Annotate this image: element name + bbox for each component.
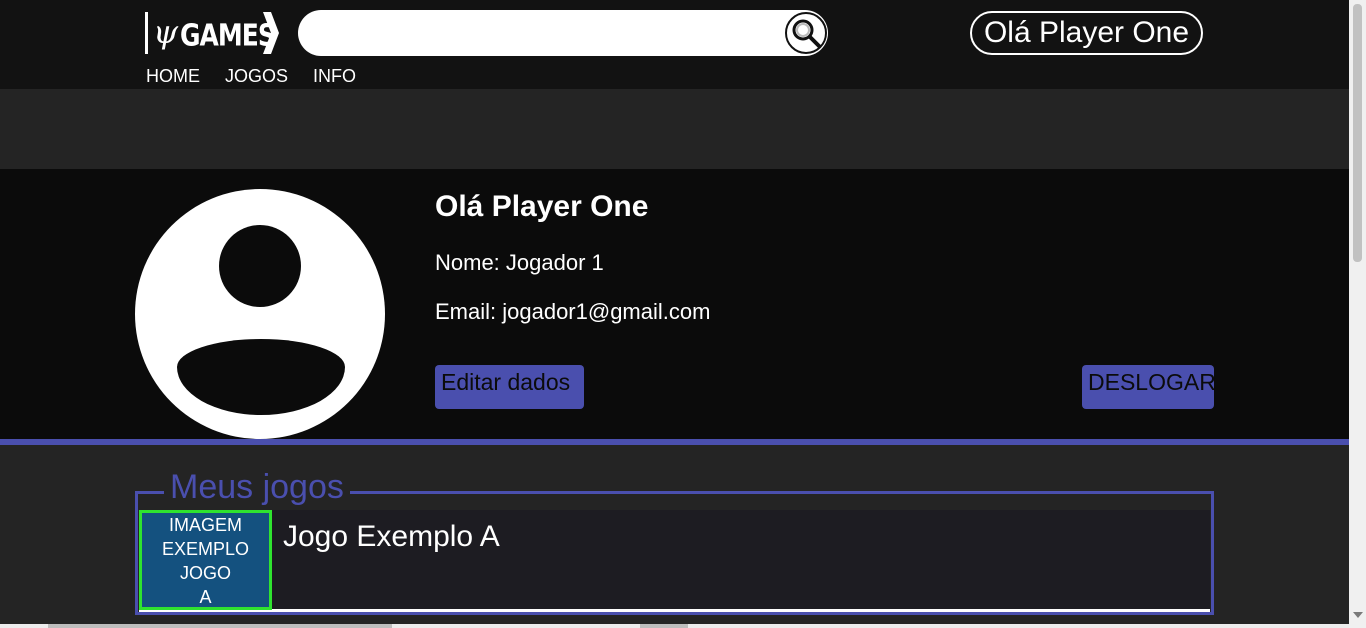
thumb-line: A bbox=[199, 587, 212, 607]
logo-chevron-icon bbox=[263, 12, 279, 54]
nav-info[interactable]: INFO bbox=[313, 66, 356, 87]
game-name[interactable]: Jogo Exemplo A bbox=[283, 520, 500, 554]
user-greeting-button[interactable]: Olá Player One bbox=[970, 11, 1203, 55]
game-thumbnail[interactable]: IMAGEM EXEMPLO JOGO A bbox=[139, 510, 272, 610]
search-icon bbox=[792, 19, 821, 48]
thumb-line: IMAGEM bbox=[168, 515, 242, 535]
thumb-line: EXEMPLO bbox=[161, 539, 250, 559]
search-button[interactable] bbox=[785, 12, 827, 54]
horizontal-scrollbar-thumb[interactable] bbox=[48, 624, 392, 628]
profile-title: Olá Player One bbox=[435, 190, 649, 223]
thumb-line: JOGO bbox=[179, 563, 231, 583]
profile-email: Email: jogador1@gmail.com bbox=[435, 299, 711, 324]
horizontal-scrollbar-segment bbox=[640, 624, 688, 628]
search-bar bbox=[298, 10, 828, 56]
nav-games[interactable]: JOGOS bbox=[225, 66, 288, 87]
my-games-title: Meus jogos bbox=[164, 468, 350, 506]
main-nav: HOME JOGOS INFO bbox=[146, 66, 356, 87]
logout-button[interactable]: DESLOGAR bbox=[1082, 365, 1216, 409]
edit-data-button[interactable]: Editar dados bbox=[435, 365, 584, 409]
scroll-down-arrow-icon[interactable] bbox=[1353, 612, 1363, 618]
logo-bar bbox=[145, 12, 148, 54]
avatar-body bbox=[177, 339, 345, 415]
site-logo[interactable]: ψ GAMES bbox=[143, 10, 280, 56]
banner-area bbox=[0, 89, 1349, 169]
avatar-head bbox=[219, 225, 301, 307]
nav-home[interactable]: HOME bbox=[146, 66, 200, 87]
avatar-user-icon bbox=[135, 189, 385, 439]
logo-psi-symbol: ψ bbox=[153, 13, 179, 51]
profile-name: Nome: Jogador 1 bbox=[435, 250, 604, 275]
vertical-scrollbar-thumb[interactable] bbox=[1353, 4, 1362, 262]
search-input[interactable] bbox=[316, 18, 780, 50]
